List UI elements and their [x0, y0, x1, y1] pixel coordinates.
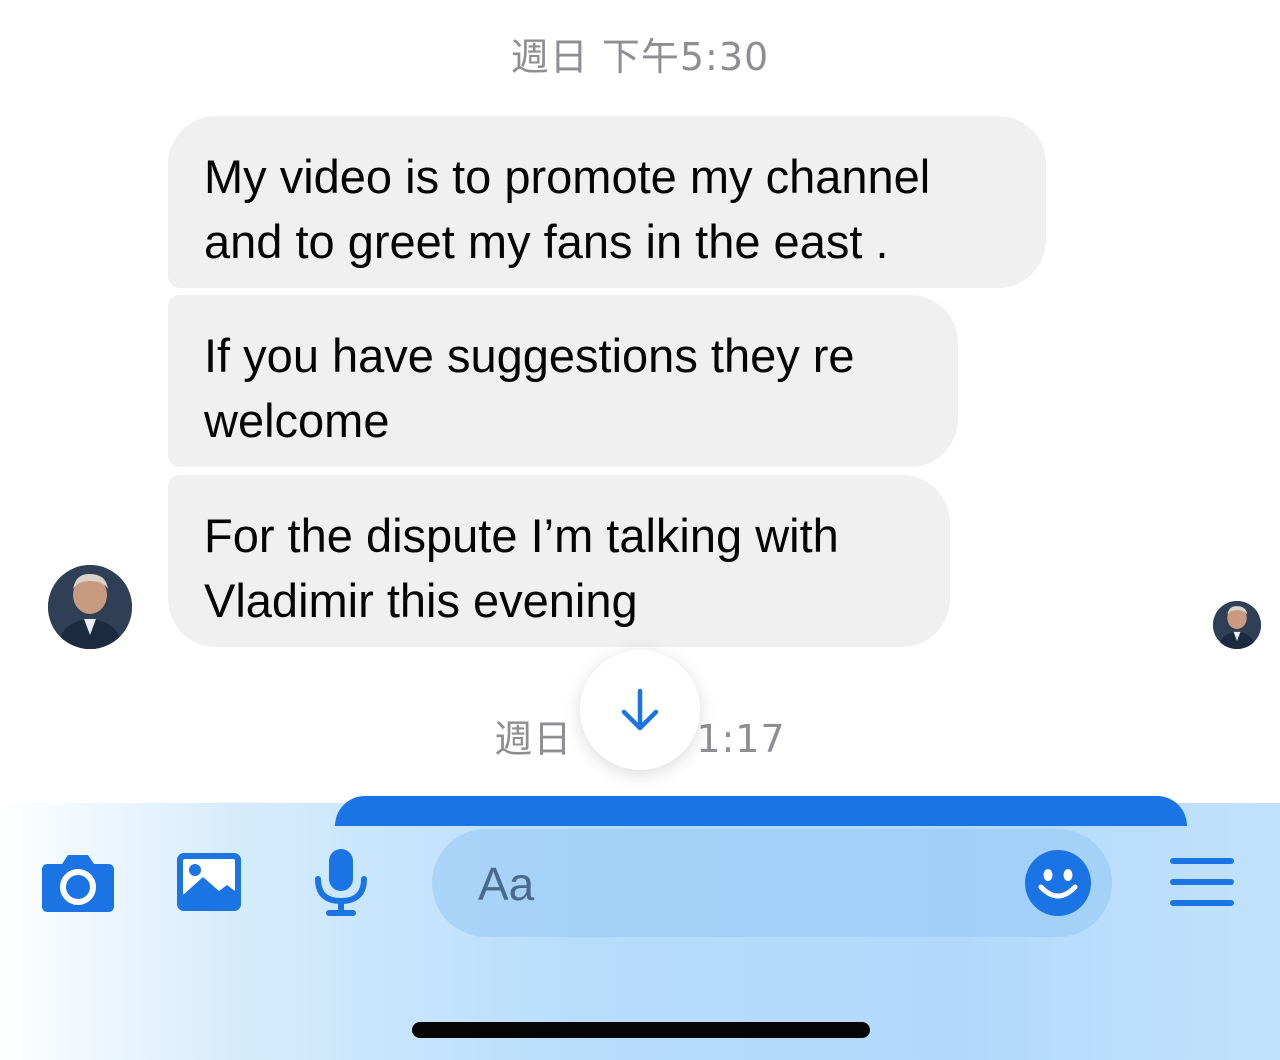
message-bubble[interactable]: My video is to promote my channel and to…: [168, 116, 1046, 288]
message-line: welcome: [204, 394, 390, 447]
message-line: My video is to promote my channel: [204, 150, 931, 203]
menu-icon: [1170, 858, 1234, 906]
gallery-button[interactable]: [174, 850, 244, 914]
message-input-placeholder: Aa: [478, 858, 535, 910]
camera-button[interactable]: [38, 850, 118, 916]
scroll-to-bottom-button[interactable]: [580, 650, 700, 770]
gallery-icon: [177, 853, 241, 911]
timestamp-time: 1:17: [696, 717, 786, 761]
message-bubble[interactable]: For the dispute I’m talking with Vladimi…: [168, 475, 950, 647]
message-line: and to greet my fans in the east .: [204, 215, 889, 268]
timestamp-day: 週日: [494, 717, 573, 761]
emoji-button[interactable]: [1024, 849, 1092, 917]
message-bubble[interactable]: If you have suggestions they re welcome: [168, 295, 958, 467]
message-input[interactable]: Aa: [432, 829, 1112, 937]
home-indicator[interactable]: [412, 1022, 870, 1038]
message-line: Vladimir this evening: [204, 574, 638, 627]
timestamp-top: 週日 下午5:30: [510, 35, 770, 79]
microphone-icon: [315, 849, 367, 916]
menu-button[interactable]: [1166, 852, 1238, 912]
message-line: If you have suggestions they re: [204, 329, 855, 382]
message-line: For the dispute I’m talking with: [204, 509, 839, 562]
outgoing-message-bubble[interactable]: [335, 796, 1187, 826]
messenger-screen: 週日 下午5:30 My video is to promote my chan…: [0, 0, 1280, 1060]
sender-avatar[interactable]: [48, 565, 132, 649]
microphone-button[interactable]: [310, 846, 372, 918]
arrow-down-icon: [621, 688, 659, 731]
emoji-icon: [1025, 850, 1091, 916]
read-receipt-avatar: [1213, 601, 1261, 649]
camera-icon: [42, 855, 114, 912]
